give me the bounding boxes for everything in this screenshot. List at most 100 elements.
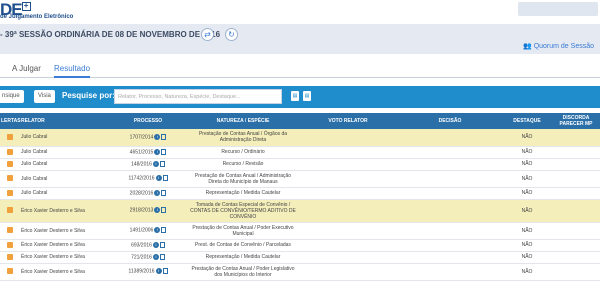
decisao-cell: [398, 263, 502, 281]
table-row[interactable]: Érico Xavier Desterro e Silva 11389/2016 i…: [0, 263, 600, 281]
col-processo: PROCESSO: [108, 113, 188, 129]
processo-cell: 2028/2016 i: [108, 187, 188, 200]
destaque-cell: NÃO: [502, 251, 552, 264]
processo-number[interactable]: 148/2016: [131, 161, 152, 167]
copy-icon[interactable]: [161, 189, 167, 196]
alert-cell: [0, 222, 20, 240]
info-icon[interactable]: i: [152, 253, 159, 260]
info-icon[interactable]: i: [152, 160, 159, 167]
user-menu[interactable]: [518, 2, 598, 16]
processo-number[interactable]: 11389/2016: [128, 269, 154, 275]
calendar-icon[interactable]: [7, 241, 13, 248]
info-icon[interactable]: i: [155, 268, 162, 275]
processo-number[interactable]: 11742/2016: [128, 176, 154, 182]
destaque-cell: NÃO: [502, 263, 552, 281]
view-button[interactable]: Visia: [34, 90, 55, 103]
relator-cell: Érico Xavier Desterro e Silva: [20, 222, 108, 240]
table-row[interactable]: Julio Cabral 2028/2016 i Representação / Me…: [0, 187, 600, 200]
decisao-cell: [398, 251, 502, 264]
destaque-cell: NÃO: [502, 158, 552, 171]
processo-number[interactable]: 1707/2014: [130, 134, 154, 140]
relator-cell: Érico Xavier Desterro e Silva: [20, 199, 108, 223]
calendar-icon[interactable]: [7, 268, 13, 275]
info-icon[interactable]: i: [154, 134, 161, 141]
processo-number[interactable]: 2918/2013: [130, 208, 154, 214]
alert-cell: [0, 263, 20, 281]
relator-cell: Julio Cabral: [20, 158, 108, 171]
processo-cell: 1707/2014 i: [108, 129, 188, 147]
table-row[interactable]: Julio Cabral 1707/2014 i Prestação de Conta…: [0, 129, 600, 147]
table-row[interactable]: Érico Xavier Desterro e Silva 721/2016 i Re…: [0, 251, 600, 264]
processo-number[interactable]: 721/2016: [131, 254, 152, 260]
copy-icon[interactable]: [161, 207, 167, 214]
alert-cell: [0, 170, 20, 188]
info-icon[interactable]: i: [154, 148, 161, 155]
info-icon[interactable]: i: [154, 189, 161, 196]
search-input[interactable]: [114, 89, 282, 104]
copy-icon[interactable]: [161, 134, 167, 141]
natureza-cell: Prestação de Contas Anual / Poder Execut…: [188, 222, 298, 240]
info-icon[interactable]: i: [154, 207, 161, 214]
calendar-icon[interactable]: [7, 189, 13, 196]
destaque-cell: NÃO: [502, 222, 552, 240]
discorda-cell: [552, 263, 600, 281]
table-row[interactable]: Julio Cabral 11742/2016 i Prestação de Cont…: [0, 170, 600, 188]
alert-cell: [0, 239, 20, 252]
processo-number[interactable]: 4651/2015: [130, 149, 154, 155]
voto-relator-cell: [298, 239, 398, 252]
processo-number[interactable]: 693/2016: [131, 242, 152, 248]
copy-icon[interactable]: [162, 175, 168, 182]
tab-resultado[interactable]: Resultado: [54, 64, 91, 78]
swap-icon[interactable]: ⇄: [201, 28, 214, 41]
quorum-link[interactable]: 👥 Quorum de Sessão: [523, 42, 594, 50]
pdf-icon[interactable]: ▤: [291, 91, 299, 101]
copy-icon[interactable]: [159, 241, 165, 248]
info-icon[interactable]: i: [155, 175, 162, 182]
natureza-cell: Prest. de Contas de Convênio / Parcelada…: [188, 239, 298, 252]
processo-number[interactable]: 2028/2016: [130, 190, 154, 196]
calendar-icon[interactable]: [7, 160, 13, 167]
calendar-icon[interactable]: [7, 134, 13, 141]
copy-icon[interactable]: [159, 253, 165, 260]
top-bar: DE + de Julgamento Eletrônico: [0, 0, 600, 24]
info-icon[interactable]: i: [152, 241, 159, 248]
tab-a-julgar[interactable]: A Julgar: [12, 64, 41, 73]
table-row[interactable]: Julio Cabral 4651/2015 i Recurso / Ordinári…: [0, 146, 600, 159]
alert-cell: [0, 251, 20, 264]
relator-cell: Julio Cabral: [20, 129, 108, 147]
table-row[interactable]: Érico Xavier Desterro e Silva 693/2016 i Pr…: [0, 239, 600, 252]
voto-relator-cell: [298, 263, 398, 281]
table-row[interactable]: Julio Cabral 148/2016 i Recurso / Revisão NÃ…: [0, 158, 600, 171]
copy-icon[interactable]: [159, 160, 165, 167]
destaque-cell: NÃO: [502, 187, 552, 200]
destaque-cell: NÃO: [502, 129, 552, 147]
processo-cell: 2918/2013 i: [108, 199, 188, 223]
copy-icon[interactable]: [162, 268, 168, 275]
export-icon[interactable]: ▤: [303, 91, 311, 101]
col-voto-relator: VOTO RELATOR: [298, 113, 398, 129]
table-row[interactable]: Érico Xavier Desterro e Silva 1491/2006 i P…: [0, 222, 600, 240]
users-icon: 👥: [523, 43, 532, 50]
refresh-icon[interactable]: ↻: [225, 28, 238, 41]
col-decisao: DECISÃO: [398, 113, 502, 129]
calendar-icon[interactable]: [7, 148, 13, 155]
alert-cell: [0, 158, 20, 171]
voto-relator-cell: [298, 222, 398, 240]
filter-button[interactable]: nsique: [0, 90, 24, 103]
discorda-cell: [552, 199, 600, 223]
info-icon[interactable]: i: [154, 227, 161, 234]
voto-relator-cell: [298, 146, 398, 159]
natureza-cell: Prestação de Contas Anual / Poder Legisl…: [188, 263, 298, 281]
relator-cell: Érico Xavier Desterro e Silva: [20, 263, 108, 281]
relator-cell: Julio Cabral: [20, 146, 108, 159]
calendar-icon[interactable]: [7, 253, 13, 260]
copy-icon[interactable]: [161, 148, 167, 155]
natureza-cell: Prestação de Contas Anual / Órgãos da Ad…: [188, 129, 298, 147]
calendar-icon[interactable]: [7, 207, 13, 214]
calendar-icon[interactable]: [7, 227, 13, 234]
copy-icon[interactable]: [161, 227, 167, 234]
calendar-icon[interactable]: [7, 175, 13, 182]
search-bar: nsique Visia Pesquise por: ▤ ▤: [0, 86, 600, 108]
processo-number[interactable]: 1491/2006: [130, 228, 154, 234]
table-row[interactable]: Érico Xavier Desterro e Silva 2918/2013 i T…: [0, 199, 600, 223]
